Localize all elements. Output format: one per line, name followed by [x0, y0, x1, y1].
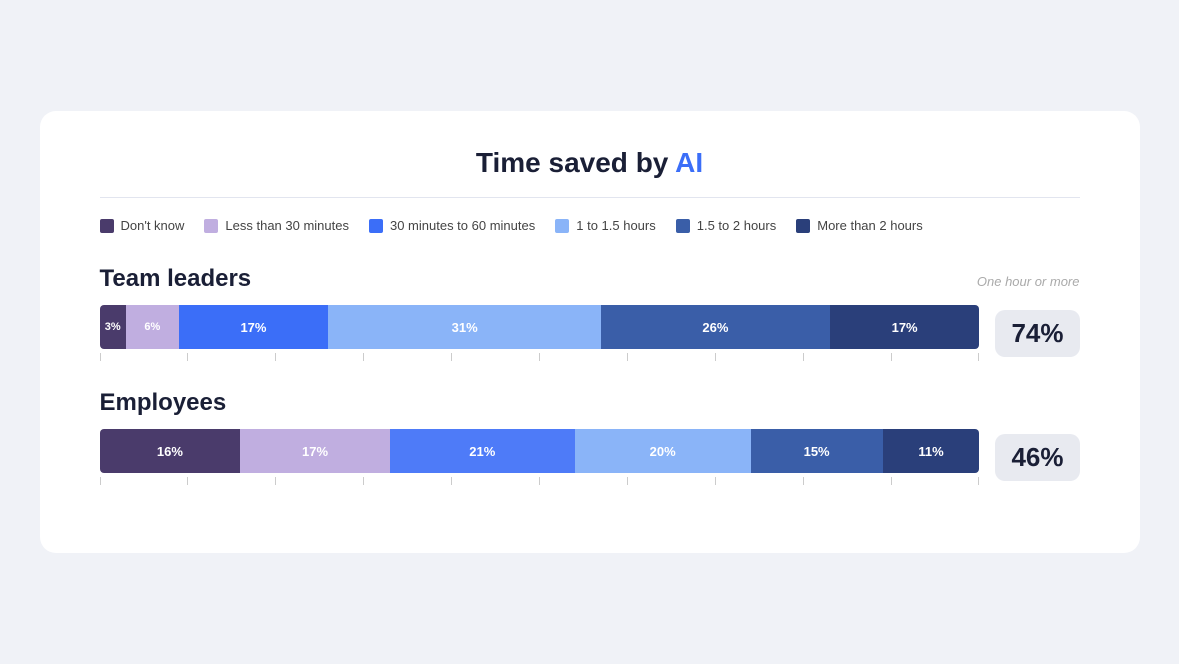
tick-mark — [275, 353, 276, 361]
bar-segment: 31% — [328, 305, 601, 349]
title-text: Time saved by — [476, 147, 675, 178]
bar-segment: 17% — [830, 305, 980, 349]
tick-mark — [891, 353, 892, 361]
legend-color — [369, 219, 383, 233]
bar-segment: 6% — [126, 305, 179, 349]
employees-header: Employees — [100, 389, 1080, 417]
legend-color — [100, 219, 114, 233]
tick-mark — [363, 353, 364, 361]
title-divider — [100, 197, 1080, 198]
tick-mark — [451, 477, 452, 485]
tick-mark — [363, 477, 364, 485]
legend-label: 30 minutes to 60 minutes — [390, 218, 535, 233]
employees-section: Employees 16%17%21%20%15%11% 46% — [100, 389, 1080, 485]
employees-summary: 46% — [995, 434, 1079, 481]
tick-mark — [891, 477, 892, 485]
legend-color — [676, 219, 690, 233]
tick-mark — [978, 477, 979, 485]
bar-segment: 17% — [179, 305, 329, 349]
tick-mark — [539, 353, 540, 361]
employees-title: Employees — [100, 389, 227, 417]
legend-item: 1.5 to 2 hours — [676, 218, 777, 233]
legend-label: 1 to 1.5 hours — [576, 218, 656, 233]
tick-mark — [803, 353, 804, 361]
bar-segment: 11% — [883, 429, 980, 473]
bar-segment: 21% — [390, 429, 575, 473]
legend-color — [204, 219, 218, 233]
team-leaders-ticks — [100, 353, 980, 361]
team-leaders-title: Team leaders — [100, 265, 252, 293]
tick-mark — [187, 477, 188, 485]
tick-mark — [715, 353, 716, 361]
team-leaders-bar-row: 3%6%17%31%26%17% 74% — [100, 305, 1080, 361]
team-leaders-header: Team leaders One hour or more — [100, 265, 1080, 293]
team-leaders-summary: 74% — [995, 310, 1079, 357]
bar-segment: 3% — [100, 305, 126, 349]
bar-segment: 17% — [240, 429, 390, 473]
legend-item: Don't know — [100, 218, 185, 233]
chart-card: Time saved by AI Don't know Less than 30… — [40, 111, 1140, 553]
tick-mark — [978, 353, 979, 361]
legend: Don't know Less than 30 minutes 30 minut… — [100, 218, 1080, 233]
tick-mark — [451, 353, 452, 361]
tick-mark — [715, 477, 716, 485]
tick-mark — [539, 477, 540, 485]
tick-mark — [100, 477, 101, 485]
legend-color — [555, 219, 569, 233]
chart-title: Time saved by AI — [100, 147, 1080, 179]
legend-color — [796, 219, 810, 233]
legend-item: More than 2 hours — [796, 218, 923, 233]
one-hour-label: One hour or more — [977, 274, 1080, 289]
tick-mark — [627, 353, 628, 361]
tick-mark — [627, 477, 628, 485]
legend-item: 30 minutes to 60 minutes — [369, 218, 535, 233]
tick-mark — [803, 477, 804, 485]
legend-label: 1.5 to 2 hours — [697, 218, 777, 233]
team-leaders-bar-container: 3%6%17%31%26%17% — [100, 305, 980, 361]
legend-label: More than 2 hours — [817, 218, 923, 233]
bar-segment: 16% — [100, 429, 241, 473]
tick-mark — [100, 353, 101, 361]
legend-item: Less than 30 minutes — [204, 218, 349, 233]
tick-mark — [275, 477, 276, 485]
team-leaders-bar: 3%6%17%31%26%17% — [100, 305, 980, 349]
legend-label: Less than 30 minutes — [225, 218, 349, 233]
employees-ticks — [100, 477, 980, 485]
title-ai: AI — [675, 147, 703, 178]
tick-mark — [187, 353, 188, 361]
bar-segment: 26% — [601, 305, 830, 349]
bar-segment: 15% — [751, 429, 883, 473]
bar-segment: 20% — [575, 429, 751, 473]
legend-label: Don't know — [121, 218, 185, 233]
employees-bar-row: 16%17%21%20%15%11% 46% — [100, 429, 1080, 485]
team-leaders-section: Team leaders One hour or more 3%6%17%31%… — [100, 265, 1080, 361]
legend-item: 1 to 1.5 hours — [555, 218, 656, 233]
employees-bar: 16%17%21%20%15%11% — [100, 429, 980, 473]
employees-bar-container: 16%17%21%20%15%11% — [100, 429, 980, 485]
